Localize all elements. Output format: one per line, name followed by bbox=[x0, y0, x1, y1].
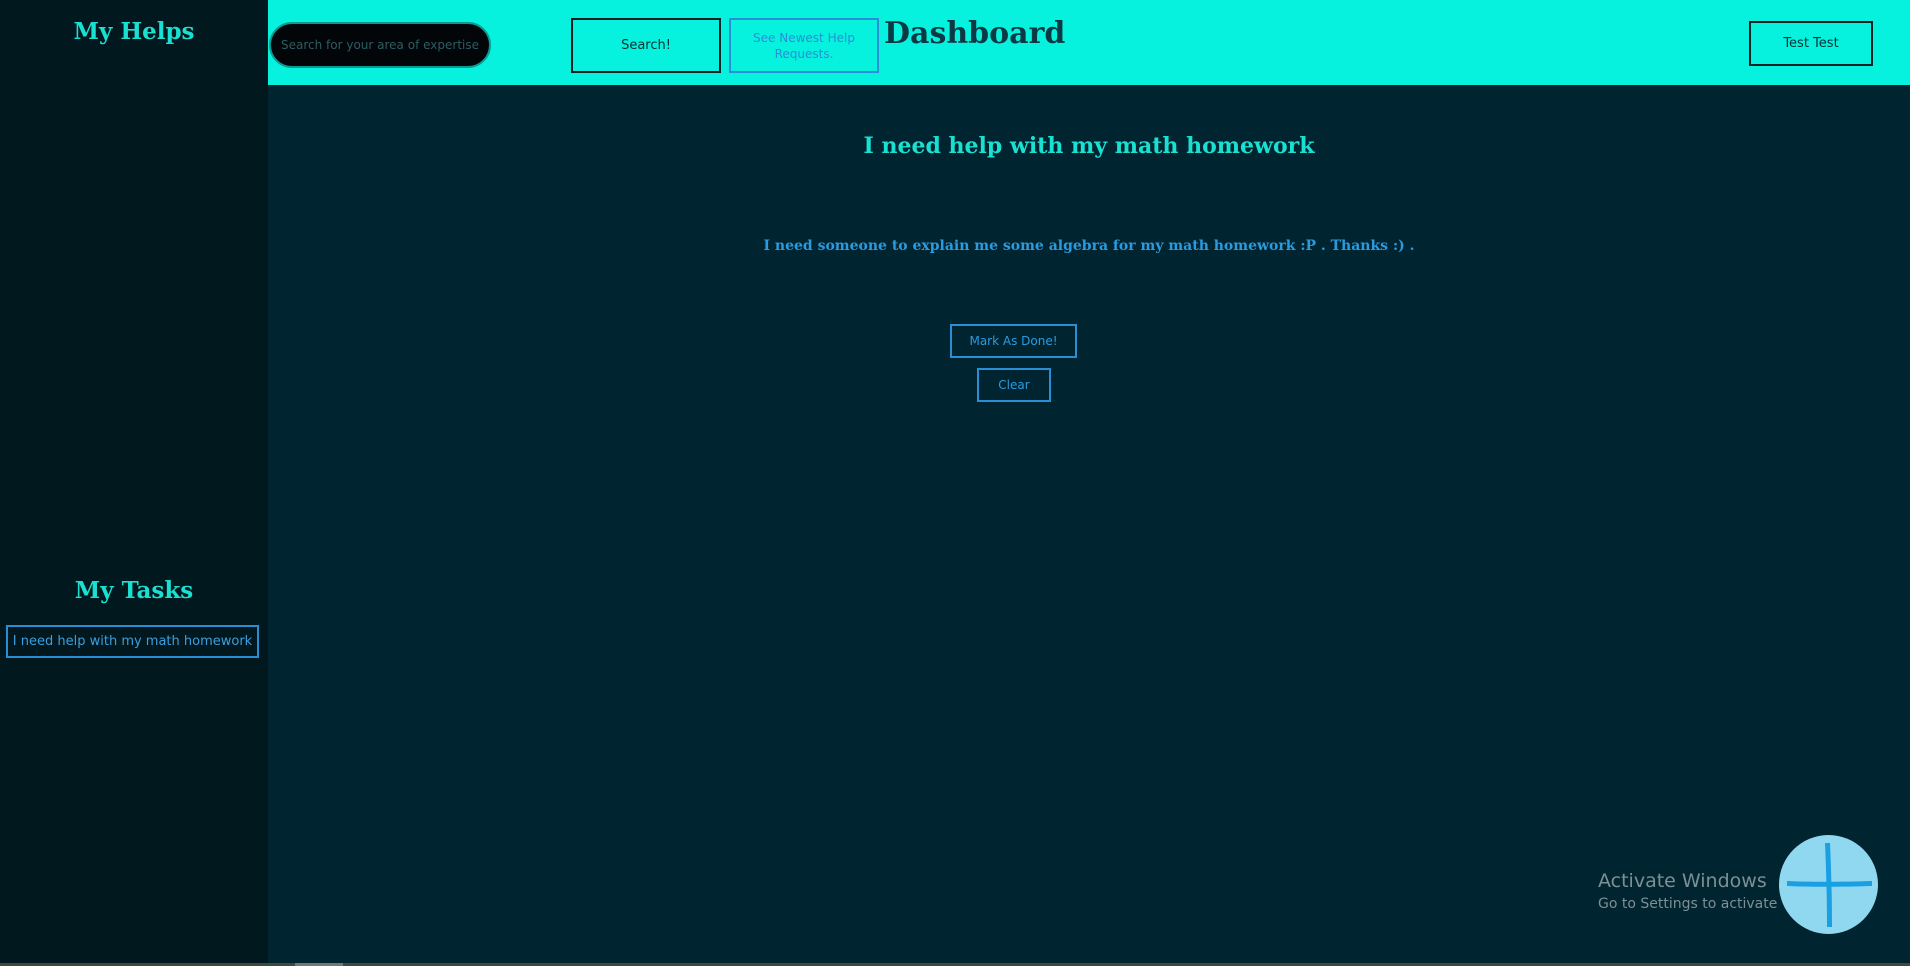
mark-as-done-button[interactable]: Mark As Done! bbox=[950, 324, 1077, 358]
search-button[interactable]: Search! bbox=[571, 18, 721, 73]
add-request-button[interactable] bbox=[1779, 835, 1878, 934]
see-newest-requests-button[interactable]: See Newest Help Requests. bbox=[729, 18, 879, 73]
my-helps-heading: My Helps bbox=[73, 18, 195, 45]
my-tasks-heading: My Tasks bbox=[74, 577, 194, 604]
task-item-math-homework[interactable]: I need help with my math homework bbox=[6, 625, 259, 658]
search-input[interactable] bbox=[269, 22, 491, 68]
top-bar bbox=[268, 0, 1910, 85]
help-request-description: I need someone to explain me some algebr… bbox=[763, 238, 1415, 254]
sidebar: My Helps My Tasks I need help with my ma… bbox=[0, 0, 268, 966]
help-request-title: I need help with my math homework bbox=[863, 133, 1315, 159]
user-account-button[interactable]: Test Test bbox=[1749, 21, 1873, 66]
plus-icon bbox=[1787, 843, 1872, 927]
page-title: Dashboard bbox=[884, 16, 1066, 51]
clear-button[interactable]: Clear bbox=[977, 368, 1051, 402]
